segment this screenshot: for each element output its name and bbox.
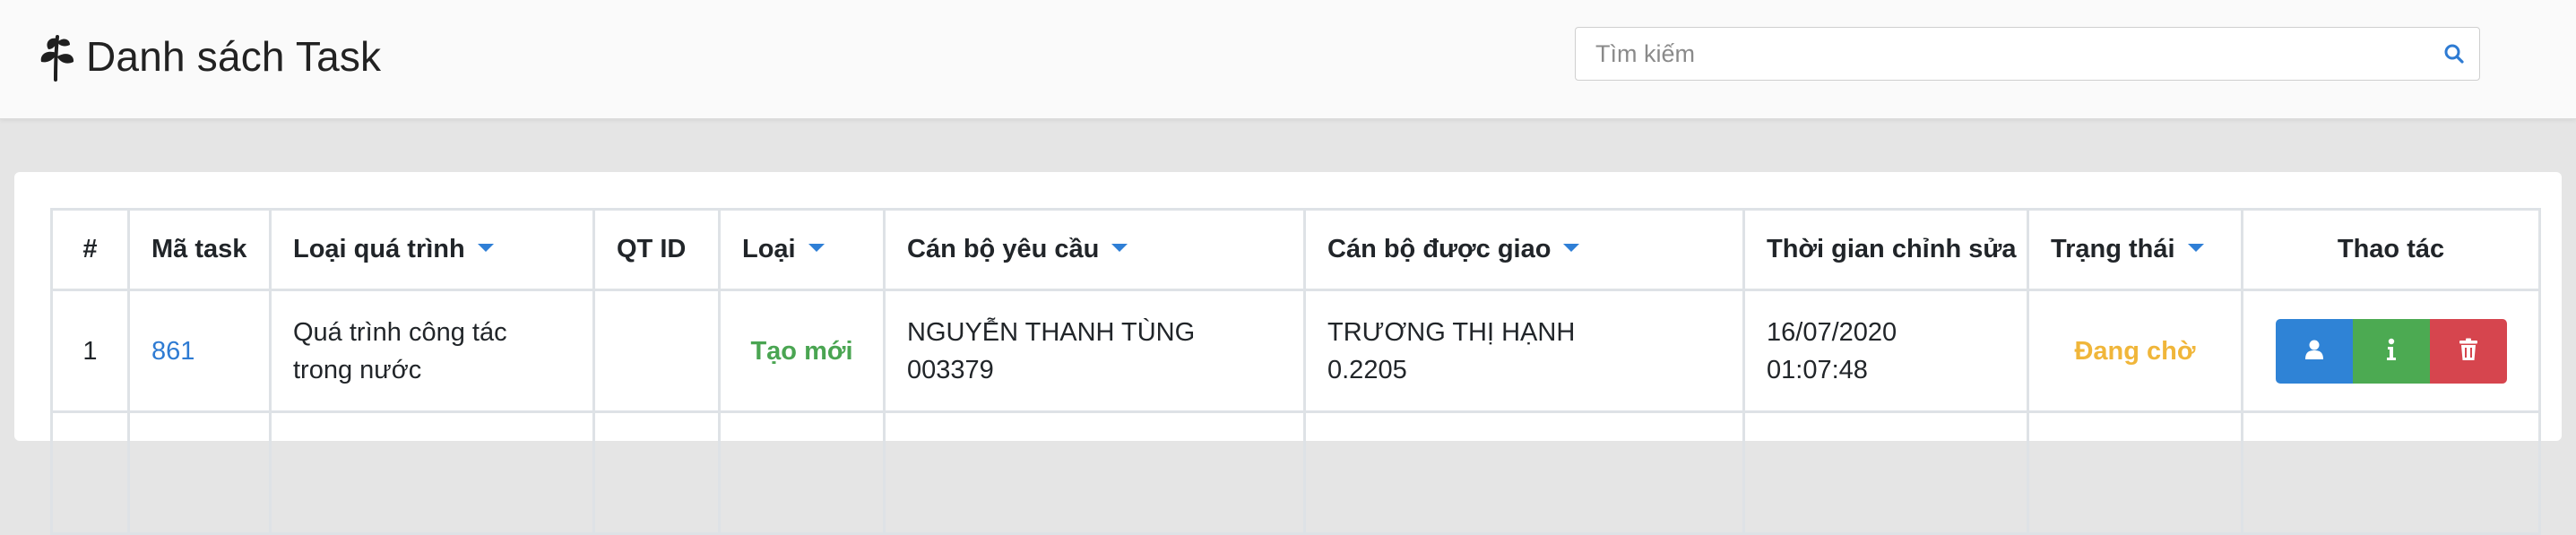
action-button-group	[2265, 318, 2517, 384]
page-title: Danh sách Task	[86, 33, 382, 80]
modified-time-cell: 16/07/2020 01:07:48	[1742, 289, 2029, 413]
sort-caret-icon[interactable]	[1111, 243, 1128, 252]
process-type-cell: Quá trình công tác trong nước	[269, 289, 595, 413]
process-type-line: Quá trình công tác	[293, 317, 507, 347]
assign-user-button[interactable]	[2275, 318, 2353, 384]
modified-date: 16/07/2020	[1767, 317, 1897, 347]
sort-caret-icon[interactable]	[808, 243, 825, 252]
status-cell: Đang chờ	[2027, 289, 2243, 413]
search-box	[1575, 27, 2480, 81]
delete-button[interactable]	[2429, 318, 2507, 384]
column-header-assignee[interactable]: Cán bộ được giao	[1303, 208, 1745, 291]
modified-time: 01:07:48	[1767, 355, 1868, 384]
table-row	[50, 410, 2541, 535]
info-button[interactable]	[2352, 318, 2430, 384]
column-header-requester[interactable]: Cán bộ yêu cầu	[883, 208, 1306, 291]
sort-caret-icon[interactable]	[477, 243, 494, 252]
user-icon	[2304, 339, 2324, 363]
sort-caret-icon[interactable]	[2187, 243, 2204, 252]
type-label: Tạo mới	[750, 336, 853, 366]
search-icon[interactable]	[2429, 43, 2479, 65]
column-header-task-code: Mã task	[127, 208, 272, 291]
table-header-row: # Mã task Loại quá trình QT ID Loại Cán …	[50, 208, 2541, 291]
task-table: # Mã task Loại quá trình QT ID Loại Cán …	[50, 208, 2541, 535]
sort-caret-icon[interactable]	[1563, 243, 1580, 252]
column-header-process-id: QT ID	[592, 208, 721, 291]
column-header-index: #	[50, 208, 130, 291]
leaf-branch-icon	[36, 31, 77, 82]
top-header: Danh sách Task	[0, 0, 2576, 119]
search-input[interactable]	[1576, 28, 2429, 80]
brand: Danh sách Task	[36, 27, 381, 86]
type-cell: Tạo mới	[718, 289, 886, 413]
assignee-cell: TRƯƠNG THỊ HẠNH 0.2205	[1303, 289, 1745, 413]
trash-icon	[2459, 338, 2478, 364]
column-header-actions: Thao tác	[2241, 208, 2541, 291]
status-badge: Đang chờ	[2074, 336, 2196, 366]
process-type-line: trong nước	[293, 355, 422, 384]
requester-name: NGUYỄN THANH TÙNG	[907, 317, 1196, 347]
column-header-status[interactable]: Trạng thái	[2027, 208, 2243, 291]
row-index: 1	[50, 289, 130, 413]
process-id-cell	[592, 289, 721, 413]
column-header-modified-time: Thời gian chỉnh sửa	[1742, 208, 2029, 291]
info-icon	[2386, 338, 2397, 364]
assignee-name: TRƯƠNG THỊ HẠNH	[1327, 317, 1576, 347]
assignee-id: 0.2205	[1327, 355, 1407, 384]
task-code-cell: 861	[127, 289, 272, 413]
requester-cell: NGUYỄN THANH TÙNG 003379	[883, 289, 1306, 413]
requester-id: 003379	[907, 355, 994, 384]
actions-cell	[2241, 289, 2541, 413]
table-row: 1 861 Quá trình công tác trong nước Tạo …	[50, 289, 2541, 413]
column-header-type[interactable]: Loại	[718, 208, 886, 291]
task-list-card: # Mã task Loại quá trình QT ID Loại Cán …	[14, 172, 2562, 535]
column-header-process-type[interactable]: Loại quá trình	[269, 208, 595, 291]
task-code-link[interactable]: 861	[151, 337, 194, 366]
